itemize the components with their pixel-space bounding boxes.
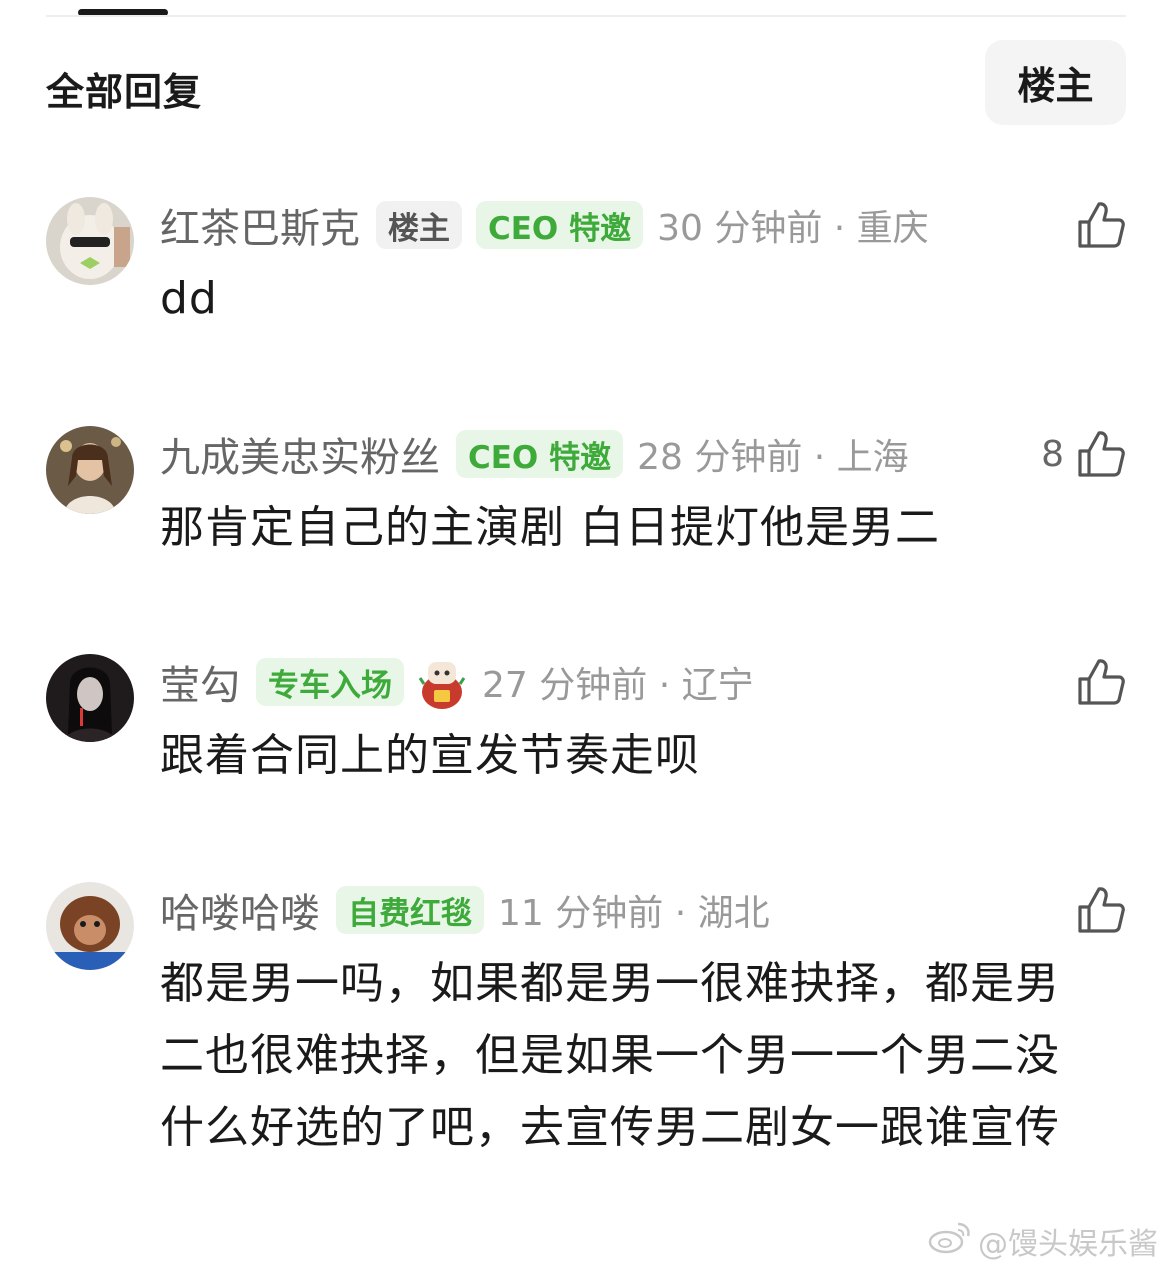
comment-meta: 红茶巴斯克 楼主 CEO 特邀 30 分钟前 · 重庆: [160, 197, 929, 253]
avatar[interactable]: [46, 882, 134, 970]
watermark: @馒头娱乐酱: [928, 1219, 1158, 1263]
thumbs-up-icon: [1078, 887, 1125, 933]
username[interactable]: 哈喽哈喽: [160, 881, 320, 939]
comment-meta: 哈喽哈喽 自费红毯 11 分钟前 · 湖北: [160, 882, 770, 938]
weibo-logo-icon: [928, 1220, 972, 1262]
watermark-text: @馒头娱乐酱: [978, 1227, 1158, 1262]
avatar[interactable]: [46, 426, 134, 514]
op-badge: 楼主: [376, 201, 462, 249]
username[interactable]: 红茶巴斯克: [160, 196, 360, 254]
like-button[interactable]: 8: [1041, 426, 1126, 482]
username[interactable]: 九成美忠实粉丝: [160, 425, 440, 483]
top-divider: [46, 15, 1126, 17]
timestamp-location: 30 分钟前 · 重庆: [657, 208, 929, 249]
like-count: 8: [1041, 433, 1064, 475]
like-button[interactable]: [1064, 882, 1126, 938]
timestamp-location: 11 分钟前 · 湖北: [498, 893, 770, 934]
timestamp-location: 27 分钟前 · 辽宁: [482, 665, 754, 706]
user-badge: CEO 特邀: [476, 201, 644, 249]
avatar[interactable]: [46, 654, 134, 742]
comment-text: dd: [160, 273, 218, 324]
avatar[interactable]: [46, 197, 134, 285]
comment-text: 那肯定自己的主演剧 白日提灯他是男二: [160, 502, 940, 553]
thumbs-up-icon: [1078, 659, 1125, 705]
op-only-filter-button[interactable]: 楼主: [985, 40, 1126, 125]
thumbs-up-icon: [1078, 202, 1125, 248]
like-button[interactable]: [1064, 197, 1126, 253]
comment-text: 跟着合同上的宣发节奏走呗: [160, 730, 700, 781]
username[interactable]: 莹勾: [160, 653, 240, 711]
user-badge: 自费红毯: [336, 886, 484, 934]
page-title: 全部回复: [46, 70, 203, 114]
like-button[interactable]: [1064, 654, 1126, 710]
sticker-icon: [418, 662, 466, 709]
comment-meta: 九成美忠实粉丝 CEO 特邀 28 分钟前 · 上海: [160, 426, 909, 482]
comment-text: 都是男一吗，如果都是男一很难抉择，都是男二也很难抉择，但是如果一个男一一个男二没…: [160, 958, 1060, 1153]
comment-meta: 莹勾 专车入场 27 分钟前 · 辽宁: [160, 654, 754, 710]
thumbs-up-icon: [1078, 431, 1125, 477]
timestamp-location: 28 分钟前 · 上海: [637, 437, 909, 478]
user-badge: 专车入场: [256, 658, 404, 706]
replies-header: 全部回复 楼主: [46, 40, 1126, 126]
user-badge: CEO 特邀: [456, 430, 624, 478]
